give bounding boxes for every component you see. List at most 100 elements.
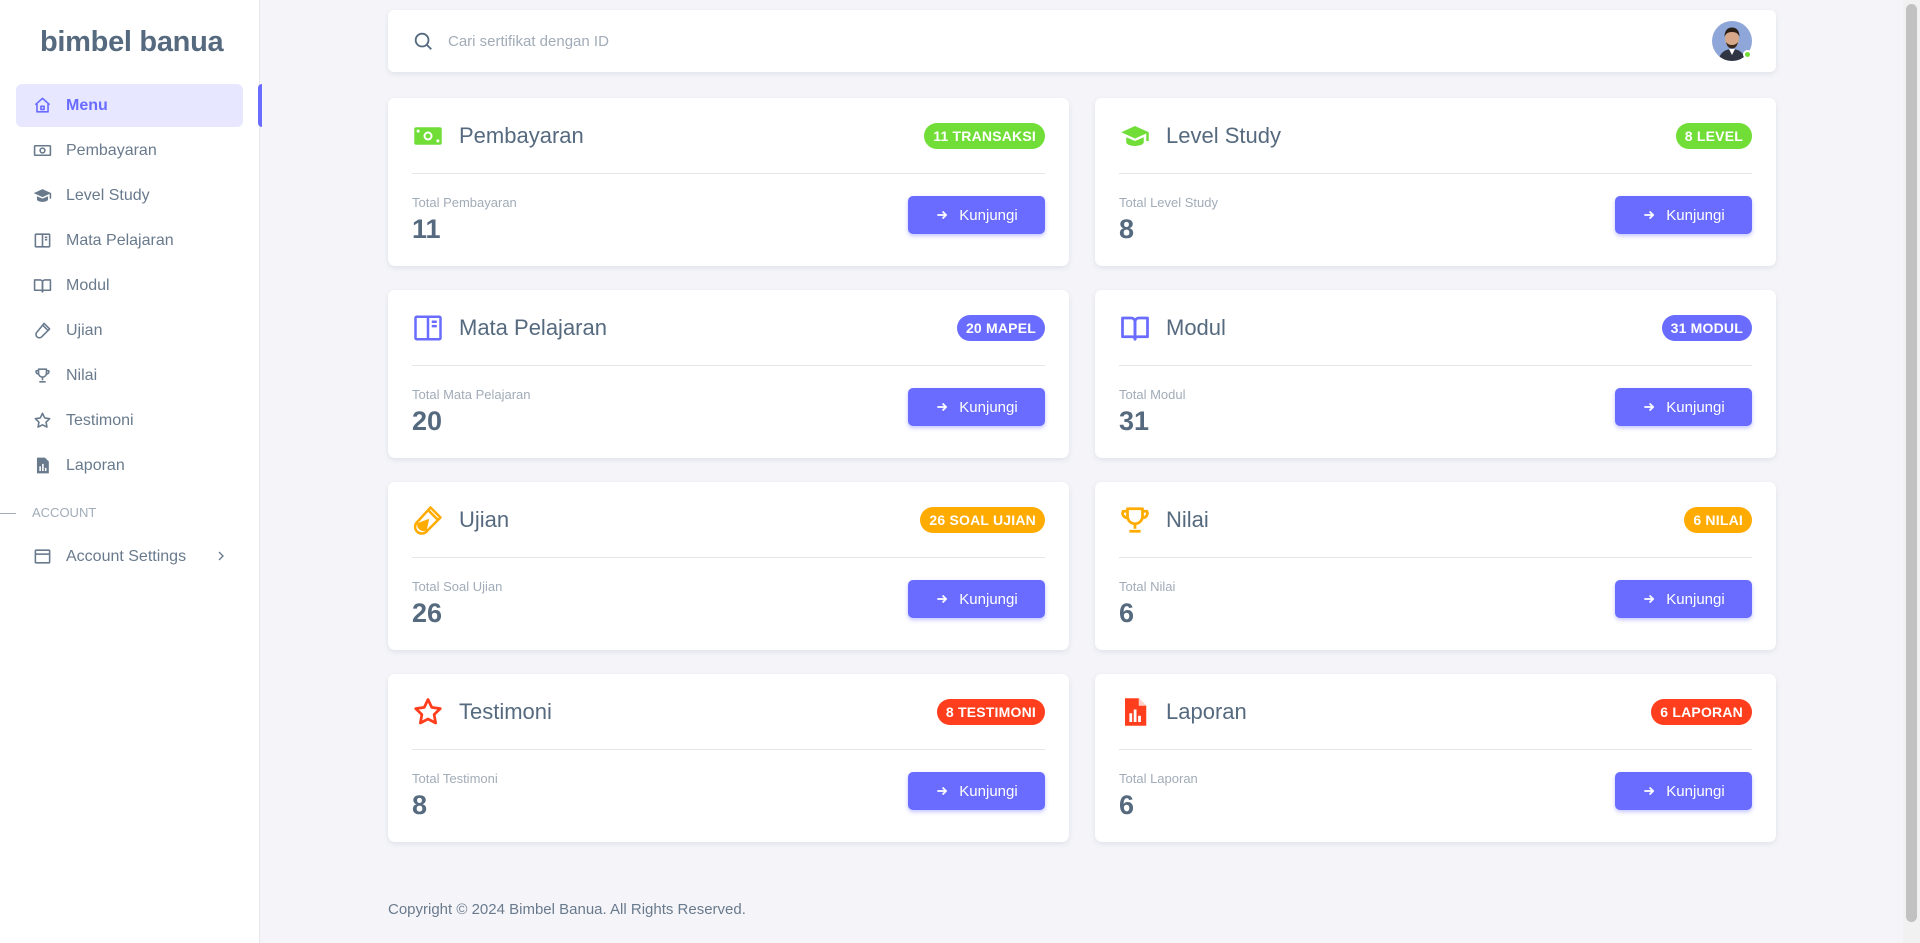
arrow-right-icon	[937, 402, 948, 412]
sidebar: bimbel banua Menu Pembayaran Level Study	[0, 0, 262, 943]
card-body: Total Testimoni 8 Kunjungi	[412, 750, 1045, 840]
card-title: Ujian	[459, 506, 510, 532]
card-level-study: Level Study 8 Level Total Level Study 8 …	[1095, 98, 1776, 266]
star-icon	[32, 411, 52, 431]
card-header: Ujian 26 Soal Ujian	[412, 482, 1045, 558]
arrow-right-icon	[937, 786, 948, 796]
count-badge: 20 Mapel	[956, 314, 1045, 341]
stat-label: Total Mata Pelajaran	[412, 387, 531, 402]
stat-value: 26	[412, 598, 443, 628]
card-body: Total Nilai 6 Kunjungi	[1119, 558, 1752, 648]
kunjungi-button[interactable]: Kunjungi	[1615, 580, 1752, 618]
test-tube-icon	[412, 504, 444, 536]
avatar[interactable]	[1712, 21, 1752, 61]
sidebar-item-mata-pelajaran[interactable]: Mata Pelajaran	[16, 219, 243, 262]
button-label: Kunjungi	[959, 398, 1018, 416]
button-label: Kunjungi	[1666, 590, 1725, 608]
card-modul: Modul 31 Modul Total Modul 31 Kunjungi	[1095, 290, 1776, 458]
sidebar-item-pembayaran[interactable]: Pembayaran	[16, 129, 243, 172]
brand-logo[interactable]: bimbel banua	[0, 0, 259, 84]
book-layout-icon	[32, 231, 52, 251]
kunjungi-button[interactable]: Kunjungi	[908, 772, 1045, 810]
kunjungi-button[interactable]: Kunjungi	[908, 196, 1045, 234]
arrow-right-icon	[1644, 402, 1655, 412]
count-badge: 8 Testimoni	[936, 698, 1045, 725]
footer-copyright: Copyright © 2024 Bimbel Banua. All Right…	[388, 901, 746, 918]
report-icon	[32, 456, 52, 476]
stat-label: Total Laporan	[1119, 771, 1198, 786]
arrow-right-icon	[1644, 594, 1655, 604]
card-ujian: Ujian 26 Soal Ujian Total Soal Ujian 26 …	[388, 482, 1069, 650]
chevron-right-icon	[218, 551, 224, 561]
scrollbar-track[interactable]	[1903, 0, 1920, 943]
card-stat: Total Laporan 6	[1119, 769, 1615, 821]
card-nilai: Nilai 6 Nilai Total Nilai 6 Kunjungi	[1095, 482, 1776, 650]
sidebar-item-laporan[interactable]: Laporan	[16, 444, 243, 487]
kunjungi-button[interactable]: Kunjungi	[908, 388, 1045, 426]
sidebar-item-label: Level Study	[66, 186, 150, 204]
scrollbar-thumb[interactable]	[1906, 4, 1917, 922]
count-badge: 31 Modul	[1661, 314, 1752, 341]
card-title: Modul	[1166, 314, 1226, 340]
trophy-icon	[32, 366, 52, 386]
arrow-right-icon	[937, 210, 948, 220]
sidebar-item-menu[interactable]: Menu	[16, 84, 262, 127]
sidebar-item-nilai[interactable]: Nilai	[16, 354, 243, 397]
card-stat: Total Soal Ujian 26	[412, 577, 908, 629]
test-tube-icon	[32, 321, 52, 341]
stat-value: 8	[412, 790, 428, 820]
sidebar-item-modul[interactable]: Modul	[16, 264, 243, 307]
kunjungi-button[interactable]: Kunjungi	[1615, 388, 1752, 426]
stat-value: 31	[1119, 406, 1150, 436]
card-body: Total Soal Ujian 26 Kunjungi	[412, 558, 1045, 648]
stat-label: Total Testimoni	[412, 771, 498, 786]
card-header: Nilai 6 Nilai	[1119, 482, 1752, 558]
sidebar-item-level-study[interactable]: Level Study	[16, 174, 243, 217]
book-layout-icon	[412, 312, 444, 344]
dashboard-cards: Pembayaran 11 Transaksi Total Pembayaran…	[388, 98, 1776, 842]
stat-label: Total Soal Ujian	[412, 579, 503, 594]
card-stat: Total Level Study 8	[1119, 193, 1615, 245]
kunjungi-button[interactable]: Kunjungi	[1615, 196, 1752, 234]
stat-label: Total Pembayaran	[412, 195, 517, 210]
card-stat: Total Pembayaran 11	[412, 193, 908, 245]
sidebar-item-label: Testimoni	[66, 411, 134, 429]
graduation-cap-icon	[32, 186, 52, 206]
graduation-cap-icon	[1119, 120, 1151, 152]
sidebar-item-testimoni[interactable]: Testimoni	[16, 399, 243, 442]
button-label: Kunjungi	[959, 782, 1018, 800]
card-title: Testimoni	[459, 698, 552, 724]
sidebar-menu: Menu Pembayaran Level Study Mata Pelajar…	[0, 84, 262, 487]
card-testimoni: Testimoni 8 Testimoni Total Testimoni 8 …	[388, 674, 1069, 842]
sidebar-item-account-settings[interactable]: Account Settings	[16, 535, 243, 578]
stat-value: 6	[1119, 598, 1135, 628]
app: bimbel banua Menu Pembayaran Level Study	[0, 0, 1920, 943]
button-label: Kunjungi	[1666, 206, 1725, 224]
button-label: Kunjungi	[1666, 398, 1725, 416]
sidebar-item-ujian[interactable]: Ujian	[16, 309, 243, 352]
kunjungi-button[interactable]: Kunjungi	[908, 580, 1045, 618]
search-input[interactable]	[448, 32, 1712, 50]
account-menu: Account Settings	[0, 535, 259, 578]
topbar	[388, 10, 1776, 72]
button-label: Kunjungi	[959, 590, 1018, 608]
money-icon	[412, 120, 444, 152]
card-title: Level Study	[1166, 122, 1281, 148]
card-header: Level Study 8 Level	[1119, 98, 1752, 174]
trophy-icon	[1119, 504, 1151, 536]
button-label: Kunjungi	[1666, 782, 1725, 800]
card-body: Total Mata Pelajaran 20 Kunjungi	[412, 366, 1045, 456]
arrow-right-icon	[937, 594, 948, 604]
sidebar-item-label: Pembayaran	[66, 141, 157, 159]
card-mata-pelajaran: Mata Pelajaran 20 Mapel Total Mata Pelaj…	[388, 290, 1069, 458]
card-stat: Total Testimoni 8	[412, 769, 908, 821]
section-header-account: Account	[0, 503, 259, 523]
card-header: Modul 31 Modul	[1119, 290, 1752, 366]
kunjungi-button[interactable]: Kunjungi	[1615, 772, 1752, 810]
count-badge: 8 Level	[1675, 122, 1752, 149]
count-badge: 6 Nilai	[1684, 506, 1752, 533]
stat-label: Total Level Study	[1119, 195, 1219, 210]
card-stat: Total Nilai 6	[1119, 577, 1615, 629]
sidebar-item-label: Mata Pelajaran	[66, 231, 174, 249]
online-status-dot	[1743, 50, 1752, 59]
